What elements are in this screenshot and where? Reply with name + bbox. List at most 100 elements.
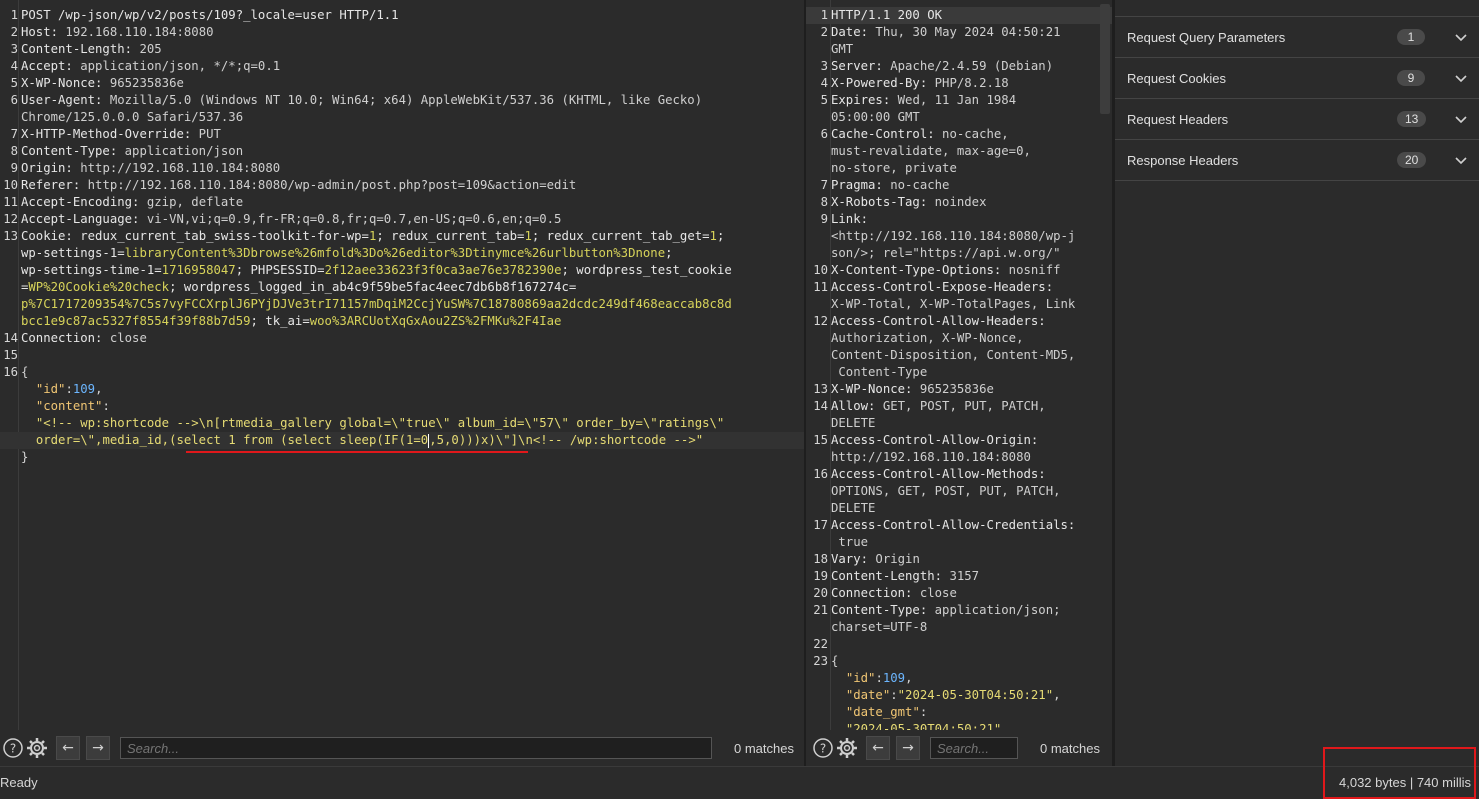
json-string: ,5,0)))x)\"]\n<!-- /wp:shortcode -->"	[429, 433, 704, 447]
header-value: must-revalidate, max-age=0,	[831, 144, 1031, 158]
response-search-input[interactable]	[930, 737, 1018, 759]
request-search-input[interactable]	[120, 737, 712, 759]
request-editor[interactable]: 1 POST /wp-json/wp/v2/posts/109?_locale=u…	[0, 0, 804, 730]
line-text: Content-Type: application/json	[21, 143, 804, 160]
line-text: POST /wp-json/wp/v2/posts/109?_locale=us…	[21, 7, 804, 24]
inspector-row-request-cookies[interactable]: Request Cookies 9	[1115, 58, 1479, 99]
code-line: http://192.168.110.184:8080	[806, 449, 1112, 466]
code-line: 2 Date: Thu, 30 May 2024 04:50:21	[806, 24, 1112, 41]
line-text: Authorization, X-WP-Nonce,	[831, 330, 1112, 347]
cookie-name: ; wordpress_test_cookie	[561, 263, 732, 277]
line-text: "id":109,	[21, 381, 804, 398]
inspector-row-response-headers[interactable]: Response Headers 20	[1115, 140, 1479, 181]
json-key: "id"	[845, 671, 876, 685]
code-line: 6 User-Agent: Mozilla/5.0 (Windows NT 10.…	[0, 92, 804, 109]
next-match-button[interactable]: →	[86, 736, 110, 760]
line-number	[806, 415, 831, 432]
header-value: 192.168.110.184:8080	[58, 25, 214, 39]
header-value: close	[912, 586, 957, 600]
line-number	[806, 687, 831, 704]
line-text: GMT	[831, 41, 1112, 58]
settings-gear-icon[interactable]	[836, 737, 858, 759]
next-match-button[interactable]: →	[896, 736, 920, 760]
response-scrollbar[interactable]	[1100, 4, 1110, 114]
code-line: 15	[0, 347, 804, 364]
line-text: {	[21, 364, 804, 381]
header-value: no-cache,	[934, 127, 1009, 141]
line-text: X-HTTP-Method-Override: PUT	[21, 126, 804, 143]
chevron-down-icon	[1455, 70, 1467, 86]
line-text: Origin: http://192.168.110.184:8080	[21, 160, 804, 177]
line-number	[806, 296, 831, 313]
request-code[interactable]: 1 POST /wp-json/wp/v2/posts/109?_locale=u…	[0, 7, 804, 466]
line-text: {	[831, 653, 1112, 670]
inspector-row-request-headers[interactable]: Request Headers 13	[1115, 99, 1479, 140]
header-value: DELETE	[831, 416, 876, 430]
line-text: Cache-Control: no-cache,	[831, 126, 1112, 143]
settings-gear-icon[interactable]	[26, 737, 48, 759]
header-name: Content-Type:	[21, 144, 118, 158]
response-code[interactable]: 1 HTTP/1.1 200 OK 2 Date: Thu, 30 May 2024 …	[806, 7, 1112, 730]
line-number	[806, 500, 831, 517]
code-line: 4 Accept: application/json, */*;q=0.1	[0, 58, 804, 75]
help-icon[interactable]: ?	[2, 737, 24, 759]
line-text: X-WP-Nonce: 965235836e	[831, 381, 1112, 398]
code-line: X-WP-Total, X-WP-TotalPages, Link	[806, 296, 1112, 313]
inspector-row-label: Request Cookies	[1127, 70, 1226, 86]
cookie-value: 2f12aee33623f3f0ca3ae76e3782390e	[324, 263, 562, 277]
header-name: X-HTTP-Method-Override:	[21, 127, 192, 141]
code-line: 22	[806, 636, 1112, 653]
line-number	[0, 415, 21, 432]
header-value: http://192.168.110.184:8080	[831, 450, 1031, 464]
line-text: Link:	[831, 211, 1112, 228]
line-number: 12	[3, 212, 18, 226]
line-text: "date":"2024-05-30T04:50:21",	[831, 687, 1112, 704]
code-line: 14 Connection: close	[0, 330, 804, 347]
line-number: 5	[820, 93, 828, 107]
header-name: Access-Control-Expose-Headers:	[831, 280, 1054, 294]
header-value: GMT	[831, 42, 854, 56]
header-value: {	[21, 365, 29, 379]
previous-match-button[interactable]: ←	[866, 736, 890, 760]
line-text: HTTP/1.1 200 OK	[831, 7, 1112, 24]
cookie-name: Cookie:	[21, 229, 81, 243]
header-value: DELETE	[831, 501, 876, 515]
colon: :	[919, 705, 928, 719]
request-match-count: 0 matches	[734, 740, 794, 756]
count-badge: 20	[1397, 152, 1427, 168]
response-viewer[interactable]: 1 HTTP/1.1 200 OK 2 Date: Thu, 30 May 2024 …	[806, 0, 1112, 730]
line-number: 3	[10, 42, 18, 56]
header-name: X-WP-Nonce:	[831, 382, 913, 396]
code-line: 8 X-Robots-Tag: noindex	[806, 194, 1112, 211]
header-value: 205	[132, 42, 162, 56]
colon: :	[875, 671, 883, 685]
line-number	[0, 313, 21, 330]
cookie-name: ;	[665, 246, 673, 260]
cookie-name: ; redux_current_tab_get=	[531, 229, 710, 243]
inspector-panel: Request Query Parameters 1 Request Cookies…	[1113, 0, 1479, 766]
code-line: true	[806, 534, 1112, 551]
line-number	[0, 296, 21, 313]
help-icon[interactable]: ?	[812, 737, 834, 759]
json-key: "id"	[35, 382, 66, 396]
code-line: "date_gmt":	[806, 704, 1112, 721]
inspector-row-request-query-parameters[interactable]: Request Query Parameters 1	[1115, 17, 1479, 58]
header-name: Access-Control-Allow-Origin:	[831, 433, 1039, 447]
request-searchbar: ? ← → 0 matches	[0, 730, 804, 766]
code-line: DELETE	[806, 500, 1112, 517]
line-number: 11	[3, 195, 18, 209]
line-number	[806, 721, 831, 730]
cookie-value: 1	[524, 229, 532, 243]
code-line: 1 POST /wp-json/wp/v2/posts/109?_locale=u…	[0, 7, 804, 24]
header-value: gzip, deflate	[139, 195, 244, 209]
line-number: 6	[10, 93, 18, 107]
code-line: order=\",media_id,(select 1 from (select…	[0, 432, 804, 449]
code-line: 20 Connection: close	[806, 585, 1112, 602]
line-text: Content-Length: 3157	[831, 568, 1112, 585]
previous-match-button[interactable]: ←	[56, 736, 80, 760]
line-number: 18	[813, 552, 828, 566]
header-value: application/json	[117, 144, 244, 158]
line-number: 17	[813, 518, 828, 532]
response-match-count: 0 matches	[1040, 740, 1100, 756]
